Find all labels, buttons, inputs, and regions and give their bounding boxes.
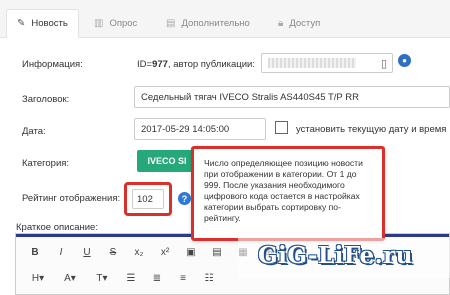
date-input[interactable]: 2017-05-29 14:05:00 — [134, 118, 266, 140]
title-label: Заголовок: — [22, 94, 70, 105]
document-icon: ▤ — [166, 18, 176, 29]
info-id-prefix: ID= — [137, 59, 153, 70]
info-id: 977 — [152, 59, 168, 70]
tab-poll-label: Опрос — [109, 18, 138, 29]
heading-dropdown[interactable]: H▾ — [22, 268, 54, 288]
date-label: Дата: — [22, 126, 46, 137]
author-value-blurred — [268, 58, 356, 68]
current-date-checkbox[interactable] — [275, 121, 288, 134]
editor-toolbar-row-2: H▾ A▾ T▾ ☰ ≣ ≡ ☷ — [22, 266, 222, 290]
info-text: ID=977, автор публикации: — [137, 59, 255, 70]
tab-additional[interactable]: ▤ Дополнительно — [156, 9, 260, 38]
pencil-icon: ✎ — [17, 18, 26, 29]
italic-button[interactable]: I — [48, 242, 74, 262]
strike-button[interactable]: S — [100, 242, 126, 262]
tab-news-label: Новость — [31, 18, 68, 29]
rating-help-tooltip: Число определяющее позицию новости при о… — [191, 146, 385, 241]
bar-chart-icon: ▥ — [94, 18, 104, 29]
font-color-dropdown[interactable]: A▾ — [54, 268, 86, 288]
help-icon[interactable]: ? — [178, 192, 191, 205]
document-icon[interactable]: ▯ — [381, 57, 387, 70]
media-icon[interactable]: ▤ — [204, 242, 230, 262]
category-label: Категория: — [22, 158, 70, 169]
tooltip-text: Число определяющее позицию новости при о… — [204, 158, 363, 223]
underline-button[interactable]: U — [74, 242, 100, 262]
rating-label: Рейтинг отображения: — [22, 193, 121, 204]
tab-access[interactable]: 🔒︎ Доступ — [268, 9, 330, 38]
indent-icon[interactable]: ☷ — [196, 268, 222, 288]
superscript-button[interactable]: x² — [152, 242, 178, 262]
font-size-dropdown[interactable]: T▾ — [86, 268, 118, 288]
numbered-list-icon[interactable]: ≣ — [144, 268, 170, 288]
title-value: Седельный тягач IVECO Stralis AS440S45 T… — [141, 91, 359, 103]
watermark-logo: GiG-LiFe.ru — [258, 242, 413, 269]
rating-value: 102 — [137, 193, 153, 205]
tab-bar: ✎ Новость ▥ Опрос ▤ Дополнительно 🔒︎ Дос… — [0, 0, 450, 38]
short-desc-label: Краткое описание: — [16, 222, 98, 233]
category-tag[interactable]: IVECO SI — [137, 150, 197, 172]
info-label: Информация: — [22, 59, 83, 70]
align-icon[interactable]: ≡ — [170, 268, 196, 288]
tab-additional-label: Дополнительно — [181, 18, 250, 29]
tab-news[interactable]: ✎ Новость — [6, 9, 79, 38]
user-icon[interactable]: ● — [398, 54, 411, 67]
lock-icon: 🔒︎ — [278, 18, 284, 29]
rating-input[interactable]: 102 — [132, 189, 164, 209]
author-input[interactable]: ▯ — [261, 53, 393, 73]
info-author-text: , автор публикации: — [167, 59, 255, 70]
title-input[interactable]: Седельный тягач IVECO Stralis AS440S45 T… — [134, 86, 450, 108]
tab-access-label: Доступ — [289, 18, 321, 29]
current-date-label: установить текущую дату и время — [296, 124, 447, 135]
tab-poll[interactable]: ▥ Опрос — [84, 9, 147, 38]
image-icon[interactable]: ▣ — [178, 242, 204, 262]
list-icon[interactable]: ☰ — [118, 268, 144, 288]
date-value: 2017-05-29 14:05:00 — [141, 123, 230, 135]
bold-button[interactable]: B — [22, 242, 48, 262]
subscript-button[interactable]: x₂ — [126, 242, 152, 262]
